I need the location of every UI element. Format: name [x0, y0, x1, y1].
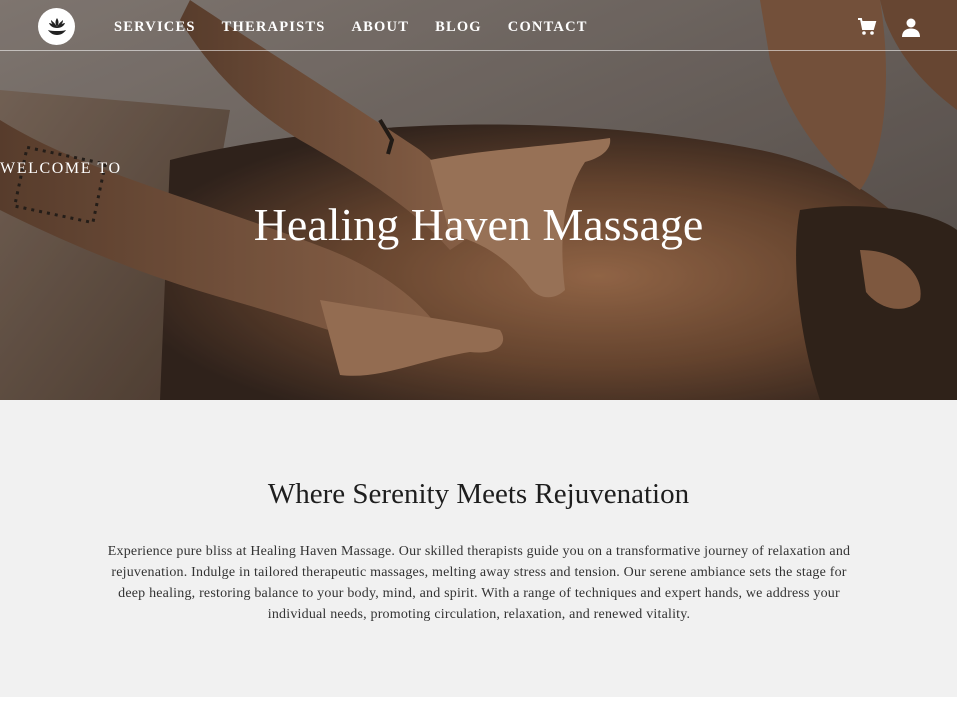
nav-link-about[interactable]: ABOUT: [352, 19, 410, 36]
hero-section: SERVICES THERAPISTS ABOUT BLOG CONTACT W…: [0, 0, 957, 400]
intro-section: Where Serenity Meets Rejuvenation Experi…: [0, 400, 957, 697]
lotus-hands-icon[interactable]: [38, 8, 75, 45]
nav-links: SERVICES THERAPISTS ABOUT BLOG CONTACT: [114, 0, 588, 55]
nav-link-blog[interactable]: BLOG: [435, 19, 482, 36]
nav-link-services[interactable]: SERVICES: [114, 19, 196, 36]
page-bottom-strip: [0, 697, 957, 720]
cart-icon[interactable]: [857, 17, 877, 37]
nav-link-contact[interactable]: CONTACT: [508, 19, 588, 36]
nav-icons: [857, 17, 921, 37]
hero-eyebrow: WELCOME TO: [0, 160, 122, 177]
intro-heading: Where Serenity Meets Rejuvenation: [267, 478, 690, 510]
hero-title: Healing Haven Massage: [253, 199, 704, 250]
intro-body: Experience pure bliss at Healing Haven M…: [107, 544, 851, 622]
top-navbar: SERVICES THERAPISTS ABOUT BLOG CONTACT: [0, 0, 957, 51]
user-icon[interactable]: [901, 17, 921, 37]
nav-link-therapists[interactable]: THERAPISTS: [222, 19, 326, 36]
